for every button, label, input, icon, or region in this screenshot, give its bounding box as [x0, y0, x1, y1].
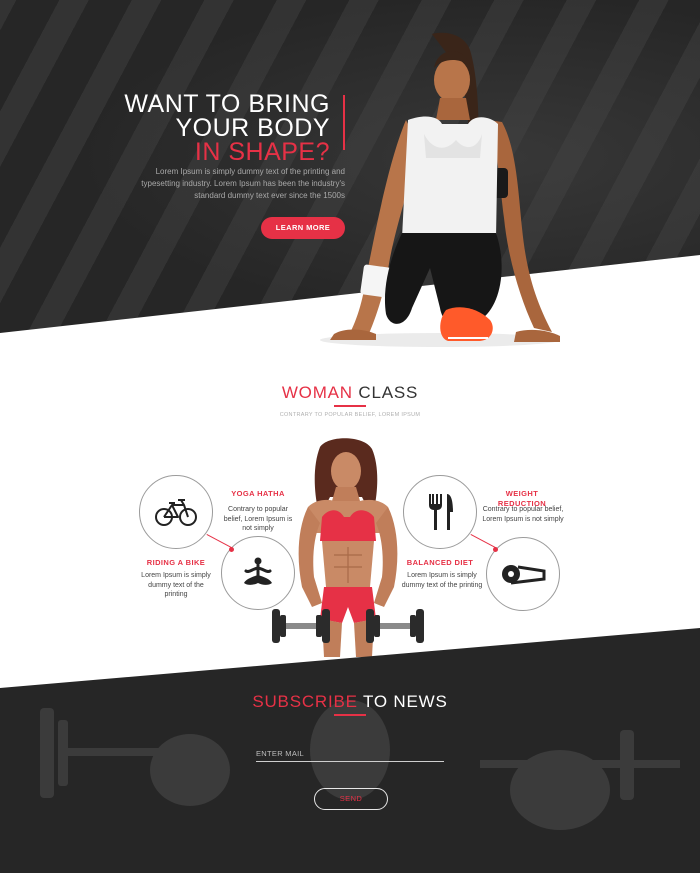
woman-class-title-dark: CLASS: [352, 383, 419, 402]
bike-circle[interactable]: [139, 475, 213, 549]
fitness-model-photo: [272, 438, 424, 657]
fork-knife-icon: [429, 494, 453, 530]
feature-title-bike: RIDING A BIKE: [146, 558, 206, 567]
email-field[interactable]: [256, 746, 444, 762]
connector-dot-left: [229, 547, 234, 552]
woman-class-title-red: WOMAN: [281, 383, 353, 402]
hero-description: Lorem Ipsum is simply dummy text of the …: [141, 167, 345, 200]
connector-dot-right: [493, 547, 498, 552]
woman-class-underline: [334, 405, 366, 407]
send-button[interactable]: SEND: [314, 788, 388, 810]
hero-title-line1: WANT TO BRING: [124, 90, 330, 118]
subscribe-title-white: TO NEWS: [357, 692, 448, 711]
subscribe-title: SUBSCRIBE TO NEWS: [0, 692, 700, 712]
hero-title: WANT TO BRING YOUR BODY IN SHAPE?: [124, 90, 330, 166]
feature-text-weight: Contrary to popular belief, Lorem Ipsum …: [482, 506, 564, 523]
woman-class-subtitle: CONTRARY TO POPULAR BELIEF, LOREM IPSUM: [279, 412, 421, 418]
athlete-photo: [320, 32, 560, 347]
bicycle-icon: [155, 499, 197, 526]
feature-text-bike: Lorem Ipsum is simply dummy text of the …: [141, 572, 211, 598]
hero-title-line3: IN SHAPE?: [194, 138, 330, 166]
woman-class-title: WOMAN CLASS: [0, 383, 700, 403]
measuring-tape-icon: [502, 565, 546, 585]
subscribe-title-red: SUBSCRIBE: [252, 692, 358, 711]
hero-title-line2: YOUR BODY: [175, 114, 330, 142]
subscribe-underline: [334, 714, 366, 716]
